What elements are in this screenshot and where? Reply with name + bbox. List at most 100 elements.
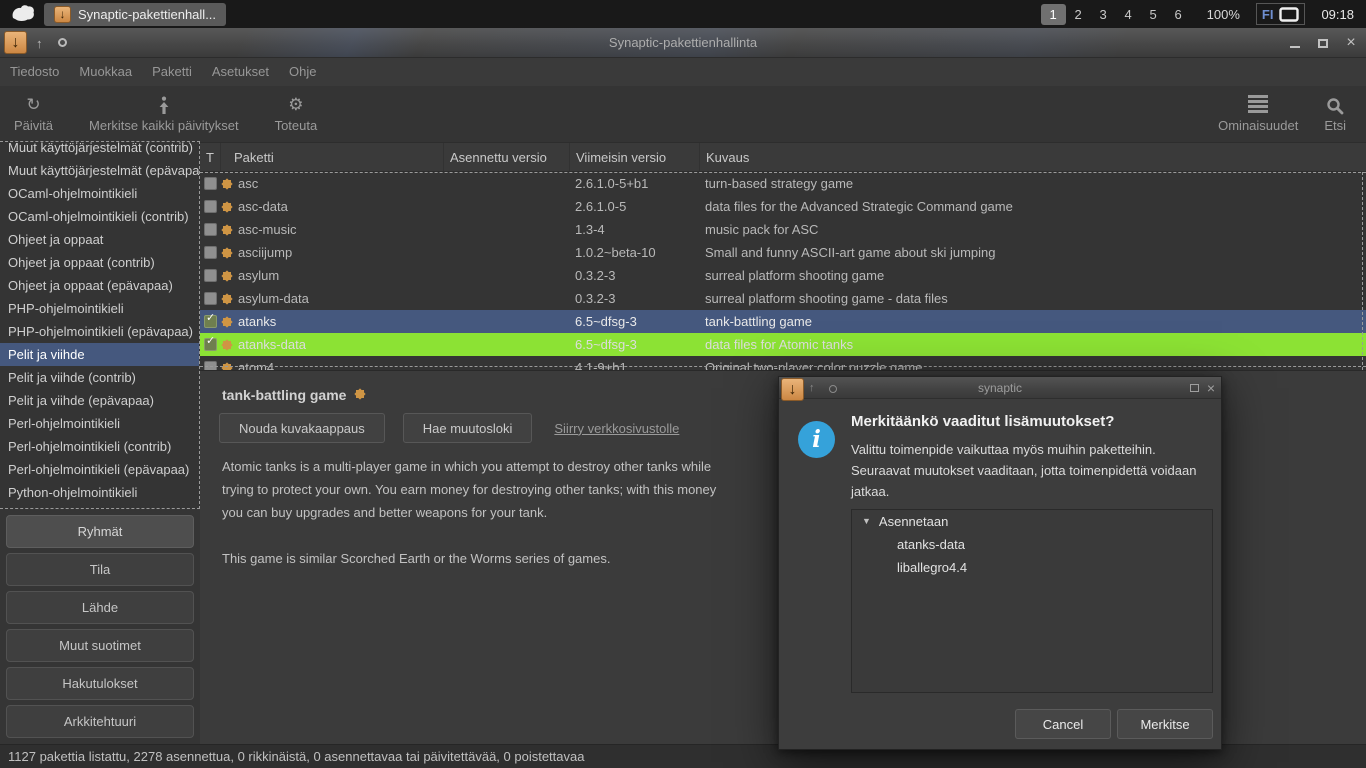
mark-button[interactable]: Merkitse xyxy=(1117,709,1213,739)
package-status-checkbox[interactable] xyxy=(204,338,217,351)
get-changelog-button[interactable]: Hae muutosloki xyxy=(403,413,533,443)
menu-item[interactable]: Tiedosto xyxy=(0,58,69,86)
apply-button[interactable]: ⚙ Toteuta xyxy=(275,95,318,133)
properties-button[interactable]: Ominaisuudet xyxy=(1218,95,1298,133)
sidebar-category[interactable]: Pelit ja viihde (contrib) xyxy=(0,366,199,389)
table-row[interactable]: asc-data 2.6.1.0-5 data files for the Ad… xyxy=(200,195,1366,218)
supported-package-icon xyxy=(221,270,233,282)
table-row[interactable]: atanks-data 6.5~dfsg-3 data files for At… xyxy=(200,333,1366,356)
status-text: 1127 pakettia listattu, 2278 asennettua,… xyxy=(8,749,584,764)
column-latest-version[interactable]: Viimeisin versio xyxy=(569,143,699,171)
sidebar-category[interactable]: Muut käyttöjärjestelmät (contrib) xyxy=(0,141,199,159)
workspace-button[interactable]: 4 xyxy=(1116,4,1141,25)
table-row[interactable]: asylum 0.3.2-3 surreal platform shooting… xyxy=(200,264,1366,287)
tree-item-package[interactable]: liballegro4.4 xyxy=(852,556,1212,579)
sidebar-category[interactable]: Pelit ja viihde xyxy=(0,343,199,366)
volume-level[interactable]: 100% xyxy=(1207,7,1240,22)
column-status[interactable]: T xyxy=(200,143,220,171)
sidebar-category[interactable]: Python-ohjelmointikieli xyxy=(0,481,199,504)
close-button[interactable]: × xyxy=(1340,32,1362,54)
workspace-button[interactable]: 2 xyxy=(1066,4,1091,25)
taskbar-window-title: Synaptic-pakettienhall... xyxy=(78,7,216,22)
clock[interactable]: 09:18 xyxy=(1321,7,1354,22)
refresh-button[interactable]: ↻ Päivitä xyxy=(14,95,53,133)
column-installed-version[interactable]: Asennettu versio xyxy=(443,143,569,171)
package-description: data files for the Advanced Strategic Co… xyxy=(699,195,1366,218)
package-name: asciijump xyxy=(237,241,292,264)
package-status-checkbox[interactable] xyxy=(204,200,217,213)
taskbar-window-button[interactable]: ↓ Synaptic-pakettienhall... xyxy=(44,3,226,26)
workspace-button[interactable]: 1 xyxy=(1041,4,1066,25)
tree-item-package[interactable]: atanks-data xyxy=(852,533,1212,556)
synaptic-icon: ↓ xyxy=(781,378,804,401)
workspace-button[interactable]: 6 xyxy=(1166,4,1191,25)
cancel-button[interactable]: Cancel xyxy=(1015,709,1111,739)
table-row[interactable]: atom4 4.1-9+b1 Original two-player color… xyxy=(200,356,1366,370)
table-row[interactable]: asc-music 1.3-4 music pack for ASC xyxy=(200,218,1366,241)
menu-item[interactable]: Muokkaa xyxy=(69,58,142,86)
column-package[interactable]: Paketti xyxy=(220,143,443,171)
minimize-button[interactable] xyxy=(1284,32,1306,54)
menu-item[interactable]: Asetukset xyxy=(202,58,279,86)
table-row[interactable]: atanks 6.5~dfsg-3 tank-battling game xyxy=(200,310,1366,333)
sidebar-category[interactable]: Ohjeet ja oppaat (epävapaa) xyxy=(0,274,199,297)
sidebar-category[interactable]: Perl-ohjelmointikieli xyxy=(0,412,199,435)
details-title: tank-battling game xyxy=(222,387,368,403)
sidebar-category[interactable]: OCaml-ohjelmointikieli xyxy=(0,182,199,205)
package-status-checkbox[interactable] xyxy=(204,361,217,370)
package-status-checkbox[interactable] xyxy=(204,292,217,305)
window-titlebar[interactable]: ↓ ↑ Synaptic-pakettienhallinta × xyxy=(0,28,1366,58)
keyboard-layout-indicator[interactable]: FI xyxy=(1256,3,1306,25)
properties-icon xyxy=(1248,95,1268,115)
maximize-button[interactable] xyxy=(1312,32,1334,54)
dialog-titlebar[interactable]: ↓ ↑ synaptic × xyxy=(779,377,1221,399)
column-description[interactable]: Kuvaus xyxy=(699,143,1366,171)
table-row[interactable]: asc 2.6.1.0-5+b1 turn-based strategy gam… xyxy=(200,172,1366,195)
mark-all-upgrades-button[interactable]: Merkitse kaikki päivitykset xyxy=(89,95,239,133)
get-screenshot-button[interactable]: Nouda kuvakaappaus xyxy=(219,413,385,443)
package-status-checkbox[interactable] xyxy=(204,223,217,236)
sidebar-category[interactable]: PHP-ohjelmointikieli (epävapaa) xyxy=(0,320,199,343)
menu-item[interactable]: Paketti xyxy=(142,58,202,86)
expander-icon[interactable]: ▼ xyxy=(862,510,871,533)
filter-button[interactable]: Arkkitehtuuri xyxy=(6,705,194,738)
table-row[interactable]: asylum-data 0.3.2-3 surreal platform sho… xyxy=(200,287,1366,310)
workspace-button[interactable]: 3 xyxy=(1091,4,1116,25)
maximize-button[interactable] xyxy=(1190,384,1199,392)
filter-button[interactable]: Lähde xyxy=(6,591,194,624)
filter-button[interactable]: Tila xyxy=(6,553,194,586)
package-status-checkbox[interactable] xyxy=(204,177,217,190)
package-description: Original two-player color puzzle game xyxy=(699,356,1366,370)
sidebar-category[interactable]: Pelit ja viihde (epävapaa) xyxy=(0,389,199,412)
search-button[interactable]: Etsi xyxy=(1324,95,1346,133)
sidebar-category[interactable]: Ohjeet ja oppaat xyxy=(0,228,199,251)
close-button[interactable]: × xyxy=(1207,381,1215,395)
sidebar-category[interactable]: Muut käyttöjärjestelmät (epävapaa) xyxy=(0,159,199,182)
visit-website-link[interactable]: Siirry verkkosivustolle xyxy=(554,421,679,436)
package-description: data files for Atomic tanks xyxy=(699,333,1366,356)
latest-version: 2.6.1.0-5 xyxy=(569,195,699,218)
package-status-checkbox[interactable] xyxy=(204,246,217,259)
mark-upgrades-icon xyxy=(157,95,171,115)
sidebar-category[interactable]: Ohjeet ja oppaat (contrib) xyxy=(0,251,199,274)
applications-menu-button[interactable] xyxy=(8,5,38,23)
package-status-checkbox[interactable] xyxy=(204,315,217,328)
workspace-button[interactable]: 5 xyxy=(1141,4,1166,25)
sidebar-category[interactable]: Perl-ohjelmointikieli (contrib) xyxy=(0,435,199,458)
filter-button[interactable]: Ryhmät xyxy=(6,515,194,548)
sidebar-category[interactable]: OCaml-ohjelmointikieli (contrib) xyxy=(0,205,199,228)
category-list: Muut käyttöjärjestelmät (contrib)Muut kä… xyxy=(0,141,200,509)
filter-button[interactable]: Muut suotimet xyxy=(6,629,194,662)
package-status-checkbox[interactable] xyxy=(204,269,217,282)
installed-version xyxy=(443,172,569,195)
menu-item[interactable]: Ohje xyxy=(279,58,326,86)
table-row[interactable]: asciijump 1.0.2~beta-10 Small and funny … xyxy=(200,241,1366,264)
supported-package-icon xyxy=(221,316,233,328)
sidebar-category[interactable]: Perl-ohjelmointikieli (epävapaa) xyxy=(0,458,199,481)
supported-package-icon xyxy=(221,293,233,305)
package-description: surreal platform shooting game - data fi… xyxy=(699,287,1366,310)
filter-button[interactable]: Hakutulokset xyxy=(6,667,194,700)
tree-group-to-install[interactable]: ▼ Asennetaan xyxy=(852,510,1212,533)
dependency-dialog: ↓ ↑ synaptic × i Merkitäänkö vaaditut li… xyxy=(778,376,1222,750)
sidebar-category[interactable]: PHP-ohjelmointikieli xyxy=(0,297,199,320)
